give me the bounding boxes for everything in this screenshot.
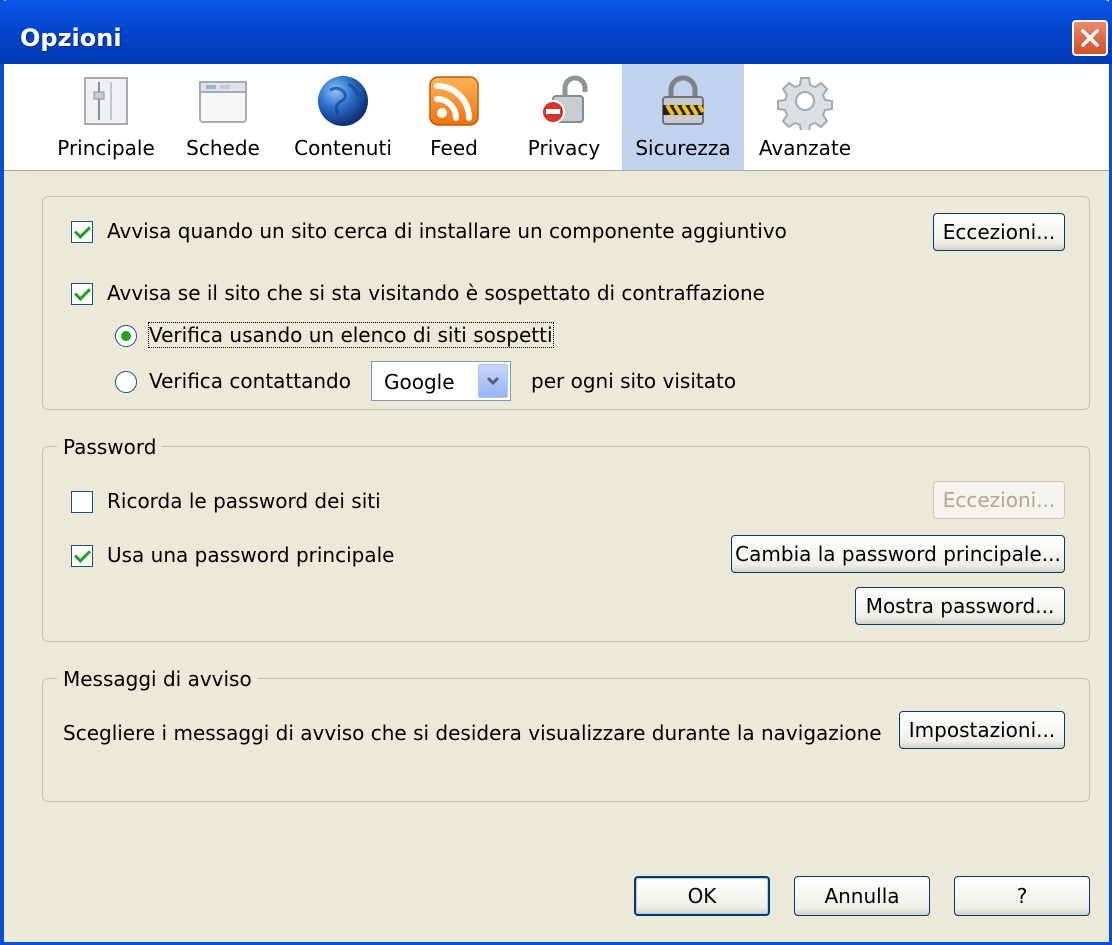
tab-sicurezza[interactable]: Sicurezza (622, 64, 744, 170)
window-title: Opzioni (20, 24, 122, 52)
category-toolbar: Principale Schede Contenuti Feed Privacy… (4, 64, 1109, 171)
remember-passwords-checkbox[interactable] (71, 491, 93, 513)
title-bar[interactable]: Opzioni (0, 0, 1112, 64)
help-button[interactable]: ? (954, 876, 1090, 916)
password-group: Password Ricorda le password dei siti Ec… (42, 435, 1090, 642)
security-padlock-icon (662, 75, 705, 125)
tab-label: Avanzate (758, 136, 852, 160)
tab-principale[interactable]: Principale (50, 64, 162, 170)
tab-label: Feed (430, 136, 478, 160)
tab-feed[interactable]: Feed (412, 64, 496, 170)
tab-avanzate[interactable]: Avanzate (750, 64, 860, 170)
close-icon (1081, 29, 1099, 47)
tab-privacy[interactable]: Privacy (512, 64, 616, 170)
warning-settings-button[interactable]: Impostazioni... (899, 711, 1065, 749)
rss-feed-icon (429, 76, 479, 126)
tab-label: Contenuti (294, 136, 392, 160)
master-password-checkbox[interactable] (71, 545, 93, 567)
master-password-label: Usa una password principale (107, 543, 395, 567)
remember-passwords-label: Ricorda le password dei siti (107, 489, 381, 513)
privacy-lock-icon (541, 75, 588, 124)
close-button[interactable] (1072, 20, 1108, 56)
cancel-button[interactable]: Annulla (794, 876, 930, 916)
addon-warning-checkbox[interactable] (71, 221, 93, 243)
change-master-password-button[interactable]: Cambia la password principale... (731, 535, 1065, 573)
check-list-radio[interactable] (115, 325, 137, 347)
tab-schede[interactable]: Schede (168, 64, 278, 170)
per-site-text: per ogni sito visitato (531, 369, 737, 393)
tab-label: Privacy (527, 136, 601, 160)
provider-select-value: Google (384, 370, 455, 394)
globe-icon (318, 76, 368, 126)
chevron-down-icon (486, 376, 500, 386)
password-group-title: Password (57, 435, 163, 459)
addon-exceptions-button[interactable]: Eccezioni... (933, 213, 1065, 251)
tab-label: Sicurezza (635, 136, 731, 160)
addon-warning-label: Avvisa quando un sito cerca di installar… (107, 219, 787, 243)
warnings-description: Scegliere i messaggi di avviso che si de… (63, 721, 882, 745)
warnings-group-title: Messaggi di avviso (57, 667, 258, 691)
provider-select[interactable]: Google (371, 361, 511, 401)
general-icon (84, 77, 128, 125)
tab-label: Principale (57, 136, 155, 160)
tabs-icon (199, 81, 247, 123)
tab-label: Schede (186, 136, 260, 160)
warnings-group: Messaggi di avviso Scegliere i messaggi … (42, 667, 1090, 802)
phishing-warning-label: Avvisa se il sito che si sta visitando è… (107, 281, 765, 305)
ok-button[interactable]: OK (634, 876, 770, 916)
options-dialog: Opzioni Principale Schede Contenuti Feed… (0, 0, 1112, 945)
tab-contenuti[interactable]: Contenuti (284, 64, 402, 170)
check-list-label: Verifica usando un elenco di siti sospet… (148, 322, 554, 348)
gear-icon (777, 77, 833, 130)
dropdown-arrow[interactable] (478, 364, 508, 398)
check-contact-radio[interactable] (115, 371, 137, 393)
check-contact-label: Verifica contattando (149, 369, 351, 393)
show-passwords-button[interactable]: Mostra password... (855, 587, 1065, 625)
security-group: Avvisa quando un sito cerca di installar… (42, 196, 1090, 410)
password-exceptions-button[interactable]: Eccezioni... (933, 481, 1065, 519)
phishing-warning-checkbox[interactable] (71, 283, 93, 305)
